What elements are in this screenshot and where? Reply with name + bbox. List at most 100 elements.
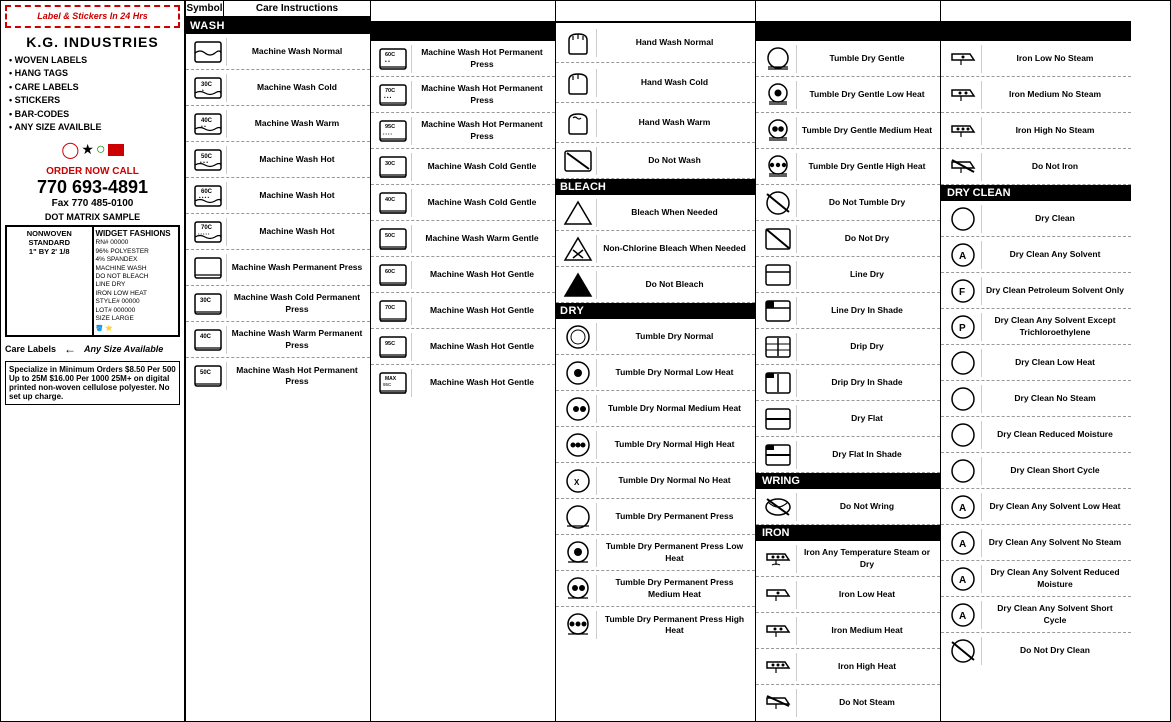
pp-instruction-2: Machine Wash Hot Permanent Press: [412, 82, 552, 106]
dry-flat-shade-icon: [763, 442, 793, 468]
pp-symbol-3: 95C • • • •: [374, 117, 412, 145]
dc-symbol-9: A: [944, 493, 982, 521]
any-size-label: Any Size Available: [84, 344, 163, 354]
iron-instruction-1: Iron Any Temperature Steam or Dry: [797, 546, 937, 570]
dry-row-5: X Tumble Dry Normal No Heat: [556, 463, 755, 499]
do-not-wash-symbol: [559, 147, 597, 175]
wash-instruction-10: Machine Wash Hot Permanent Press: [227, 364, 367, 388]
tumble-dry-no-heat-icon: X: [563, 468, 593, 494]
dry-symbol-3: [559, 395, 597, 423]
dc-instruction-2: Dry Clean Any Solvent: [982, 248, 1128, 261]
hand-wash-normal-icon: [563, 30, 593, 56]
pp-symbol-6: 50C: [374, 225, 412, 253]
drip-row-2: Tumble Dry Gentle Low Heat: [756, 77, 940, 113]
drip-symbol-9: [759, 333, 797, 361]
bleach-row-2: Non-Chlorine Bleach When Needed: [556, 231, 755, 267]
bullet-list: • WOVEN LABELS • HANG TAGS • CARE LABELS…: [9, 54, 180, 135]
dc-row-3: F Dry Clean Petroleum Solvent Only: [941, 273, 1131, 309]
dc-symbol-12: A: [944, 601, 982, 629]
drip-instruction-8: Line Dry In Shade: [797, 304, 937, 317]
do-not-steam-icon: [763, 690, 793, 716]
dry-symbol-2: [559, 359, 597, 387]
svg-text:70C: 70C: [385, 305, 395, 311]
drip-row-6: Do Not Dry: [756, 221, 940, 257]
wash-hot-pp-icon: 50C: [193, 363, 223, 389]
hand-wash-instruction-2: Hand Wash Cold: [597, 76, 752, 89]
iron-col-row-3: Iron High No Steam: [941, 113, 1131, 149]
icons-row: ◯ ★ ○: [5, 140, 180, 160]
tumble-dry-pp-icon: [563, 504, 593, 530]
bleach-instruction-1: Bleach When Needed: [597, 206, 752, 219]
drip-instruction-10: Drip Dry In Shade: [797, 376, 937, 389]
dry-clean-no-steam-icon: [948, 386, 978, 412]
wash-row-3: 40C • • Machine Wash Warm: [186, 106, 370, 142]
hand-wash-symbol-3: [559, 109, 597, 137]
drip-instruction-3: Tumble Dry Gentle Medium Heat: [797, 124, 937, 137]
wash-symbol-2: 30C •: [189, 74, 227, 102]
wash-symbol-4: 50C • • •: [189, 146, 227, 174]
dc-row-5: Dry Clean Low Heat: [941, 345, 1131, 381]
pp-warm-gentle-icon: 50C: [378, 226, 408, 252]
wash-section-header: WASH: [186, 18, 370, 34]
sample-box: NONWOVEN STANDARD 1" BY 2' 1/8 WIDGET FA…: [5, 225, 180, 338]
drip-row-1: Tumble Dry Gentle: [756, 41, 940, 77]
drip-row-7: Line Dry: [756, 257, 940, 293]
dry-row-7: Tumble Dry Permanent Press Low Heat: [556, 535, 755, 571]
wash-symbol-6: 70C • • • • •: [189, 218, 227, 246]
hand-wash-instruction-3: Hand Wash Warm: [597, 116, 752, 129]
pp-hot-gentle-icon: 60C: [378, 262, 408, 288]
dry-row-1: Tumble Dry Normal: [556, 319, 755, 355]
wash-col-header: Symbol Care Instructions: [186, 1, 370, 18]
wring-symbol-1: [759, 493, 797, 521]
wring-section-header: WRING: [756, 473, 940, 489]
wash-symbol-3: 40C • •: [189, 110, 227, 138]
drip-row-4: Tumble Dry Gentle High Heat: [756, 149, 940, 185]
wring-instruction-1: Do Not Wring: [797, 500, 937, 513]
pp-symbol-10: MAX 95C: [374, 369, 412, 397]
wash-row-2: 30C • Machine Wash Cold: [186, 70, 370, 106]
company-name: K.G. INDUSTRIES: [5, 34, 180, 50]
pp-instruction-8: Machine Wash Hot Gentle: [412, 304, 552, 317]
drip-symbol-1: [759, 45, 797, 73]
dry-clean-petroleum-icon: F: [948, 278, 978, 304]
svg-text:95C: 95C: [383, 382, 392, 387]
pp-column: 60C • • Machine Wash Hot Permanent Press…: [371, 1, 556, 721]
wash-row-8: 30C Machine Wash Cold Permanent Press: [186, 286, 370, 322]
hand-wash-row-1: Hand Wash Normal: [556, 23, 755, 63]
dc-instruction-10: Dry Clean Any Solvent No Steam: [982, 536, 1128, 549]
wash-symbol-10: 50C: [189, 362, 227, 390]
dc-row-11: A Dry Clean Any Solvent Reduced Moisture: [941, 561, 1131, 597]
dot-matrix-text: DOT MATRIX SAMPLE: [5, 212, 180, 222]
svg-text:A: A: [959, 539, 966, 550]
svg-text:A: A: [959, 503, 966, 514]
drip-row-8: Line Dry In Shade: [756, 293, 940, 329]
do-not-dry-icon: [763, 226, 793, 252]
iron-instruction-2: Iron Low Heat: [797, 588, 937, 601]
sidebar: Label & Stickers In 24 Hrs K.G. INDUSTRI…: [1, 1, 186, 721]
pp-symbol-8: 70C: [374, 297, 412, 325]
hand-wash-row-4: Do Not Wash: [556, 143, 755, 179]
hand-wash-row-3: Hand Wash Warm: [556, 103, 755, 143]
iron-instruction-5: Do Not Steam: [797, 696, 937, 709]
drip-instruction-4: Tumble Dry Gentle High Heat: [797, 160, 937, 173]
wash-row-5: 60C • • • • Machine Wash Hot: [186, 178, 370, 214]
dry-row-8: Tumble Dry Permanent Press Medium Heat: [556, 571, 755, 607]
dry-clean-solvent-reduced-icon: A: [948, 566, 978, 592]
bleach-row-1: Bleach When Needed: [556, 195, 755, 231]
dc-instruction-9: Dry Clean Any Solvent Low Heat: [982, 500, 1128, 513]
dc-symbol-10: A: [944, 529, 982, 557]
iron-col-symbol-1: [944, 45, 982, 73]
iron-row-4: Iron High Heat: [756, 649, 940, 685]
pp-row-7: 60C Machine Wash Hot Gentle: [371, 257, 555, 293]
dc-instruction-7: Dry Clean Reduced Moisture: [982, 428, 1128, 441]
main-content: Symbol Care Instructions WASH Machine Wa…: [186, 1, 1170, 721]
drip-instruction-1: Tumble Dry Gentle: [797, 52, 937, 65]
dc-symbol-2: A: [944, 241, 982, 269]
iron-instruction-3: Iron Medium Heat: [797, 624, 937, 637]
svg-text:A: A: [959, 611, 966, 622]
dry-clean-reduced-moisture-icon: [948, 422, 978, 448]
iron-symbol-1: [759, 545, 797, 573]
pp-hot-gentle2-icon: 70C: [378, 298, 408, 324]
pp-symbol-4: 30C: [374, 153, 412, 181]
line-dry-icon: [763, 262, 793, 288]
